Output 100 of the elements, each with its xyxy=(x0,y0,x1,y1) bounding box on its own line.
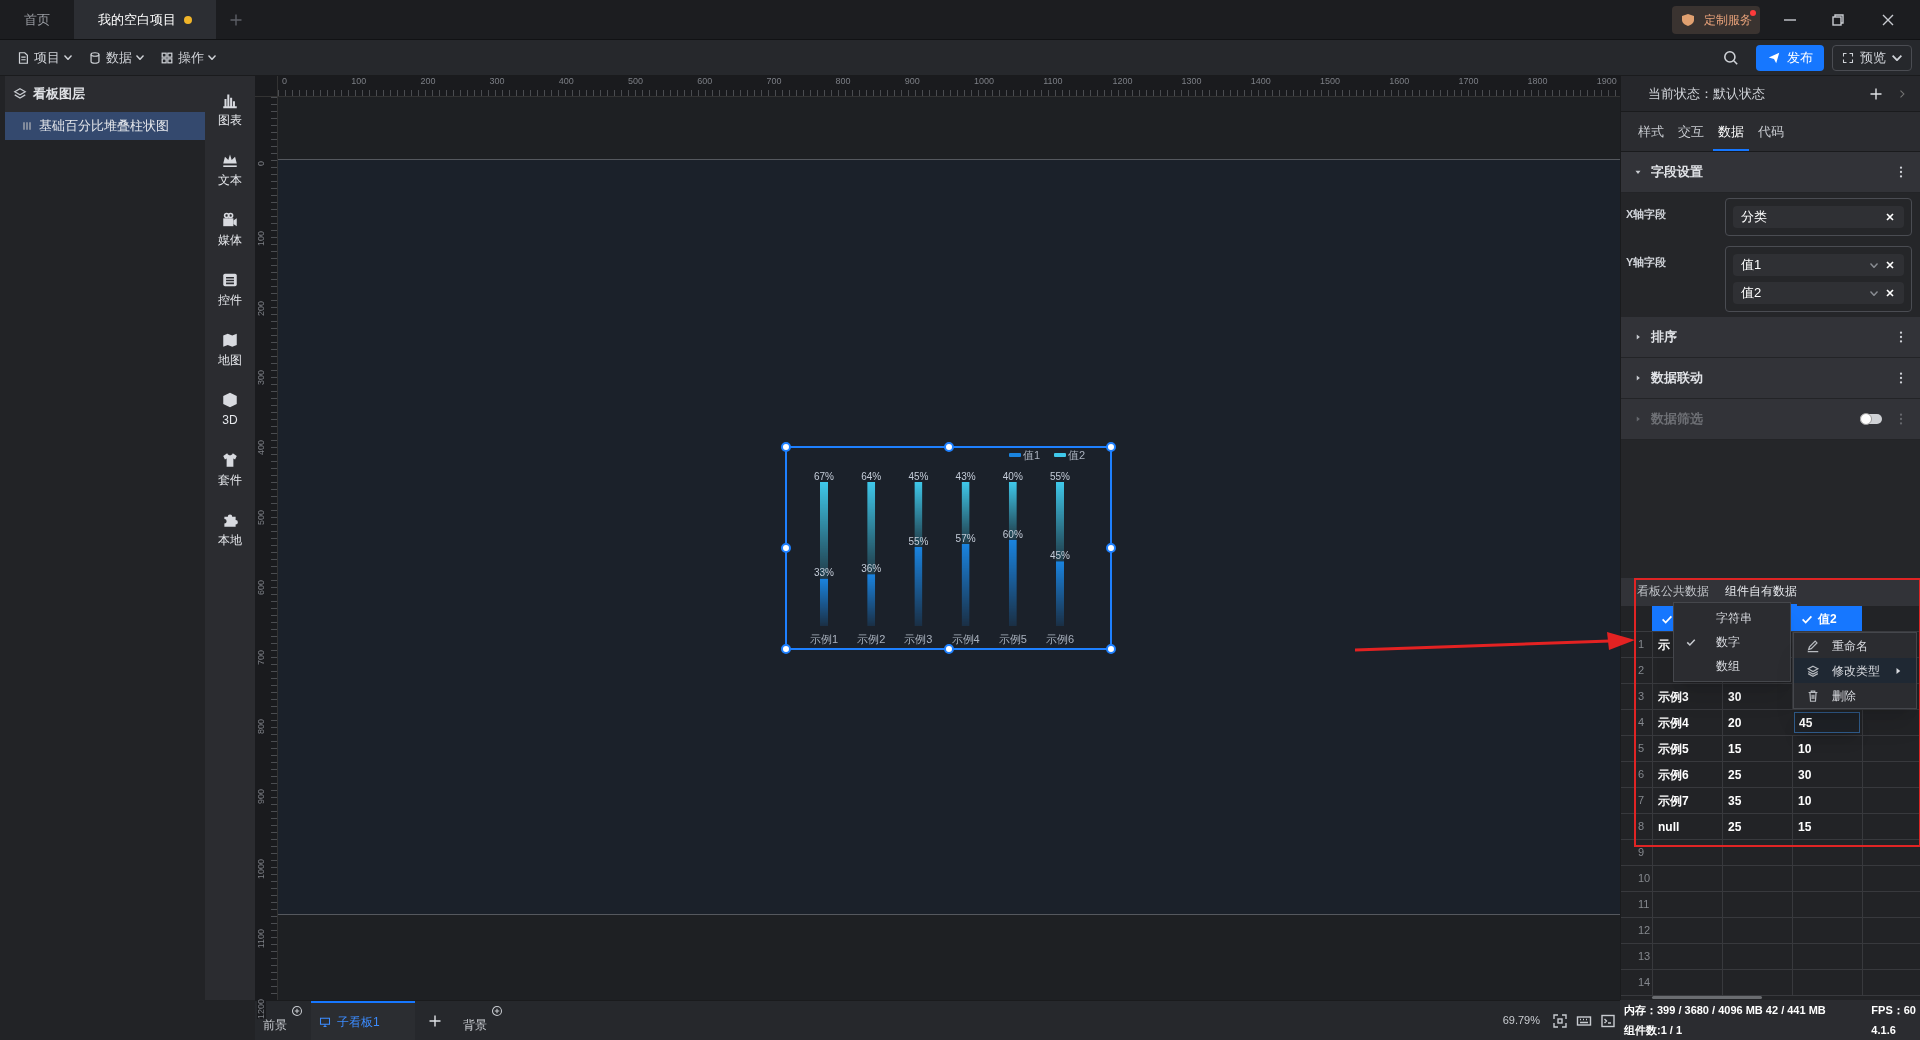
field-drop-zone[interactable]: 分类 xyxy=(1725,198,1912,236)
section-header[interactable]: 字段设置 xyxy=(1621,152,1920,193)
cell-editor[interactable]: 45 xyxy=(1794,712,1860,733)
line-number: 10 xyxy=(1637,871,1652,887)
table-cell: 10 xyxy=(1792,736,1862,761)
restore-button[interactable] xyxy=(1830,11,1846,28)
table-cell: 35 xyxy=(1722,788,1792,813)
ruler-label: 500 xyxy=(257,510,266,526)
resize-handle[interactable] xyxy=(1106,442,1116,452)
resize-handle[interactable] xyxy=(781,644,791,654)
value-label: 60% xyxy=(1002,528,1023,540)
service-button[interactable]: 定制服务 xyxy=(1672,5,1760,34)
tab[interactable]: 首页 xyxy=(0,0,74,39)
caret-icon xyxy=(64,55,72,60)
layer-tab[interactable]: 背景 xyxy=(455,1001,511,1040)
grid-icon xyxy=(160,50,174,65)
ruler-label: 1200 xyxy=(257,998,266,1019)
ruler-label: 1400 xyxy=(1249,77,1272,86)
menu-item[interactable]: 修改类型 xyxy=(1794,658,1916,683)
resize-handle[interactable] xyxy=(944,644,954,654)
resize-handle[interactable] xyxy=(781,543,791,553)
resize-handle[interactable] xyxy=(944,442,954,452)
category-label: 示例2 xyxy=(857,633,886,645)
table-cell: 示例5 xyxy=(1652,736,1722,761)
ruler-label: 1200 xyxy=(1111,77,1134,86)
line-number: 3 xyxy=(1637,689,1646,705)
database-icon xyxy=(88,50,102,65)
add-circle-icon xyxy=(291,1005,303,1017)
paper-plane-icon xyxy=(1767,50,1781,65)
layer-item[interactable]: 基础百分比堆叠柱状图 xyxy=(5,112,205,140)
field-tag[interactable]: 值1 xyxy=(1733,254,1904,276)
value-label: 43% xyxy=(955,471,976,482)
board-tab[interactable]: 子看板1 xyxy=(311,1001,415,1040)
resize-handle[interactable] xyxy=(781,442,791,452)
ruler-label: 1100 xyxy=(1042,77,1064,86)
field-tag[interactable]: 值2 xyxy=(1733,282,1904,304)
table-cell: 25 xyxy=(1722,814,1792,839)
section-title: 数据筛选 xyxy=(1651,410,1703,429)
menu-item[interactable]: 字符串 xyxy=(1674,606,1790,630)
ruler-label: 700 xyxy=(257,649,266,665)
menu-button[interactable]: 项目 xyxy=(8,43,80,72)
shirt-icon xyxy=(221,451,239,469)
menu-item[interactable]: 删除 xyxy=(1794,683,1916,708)
field-tag[interactable]: 分类 xyxy=(1733,206,1904,228)
field-drop-zone[interactable]: 值1 值2 xyxy=(1725,246,1912,312)
tab[interactable]: 样式 xyxy=(1633,112,1669,151)
component-category[interactable]: 媒体 xyxy=(207,200,253,260)
section-header[interactable]: 排序 xyxy=(1621,317,1920,358)
line-number: 6 xyxy=(1637,767,1646,783)
component-category[interactable]: 图表 xyxy=(207,80,253,140)
preview-button[interactable]: 预览 xyxy=(1832,44,1912,71)
ruler-label: 1000 xyxy=(257,859,266,880)
component-category[interactable]: 套件 xyxy=(207,440,253,500)
tab[interactable]: 代码 xyxy=(1753,112,1789,151)
tab[interactable]: 看板公共数据 xyxy=(1637,578,1709,606)
component-category[interactable]: 控件 xyxy=(207,260,253,320)
legend-swatch xyxy=(1054,453,1066,457)
component-category[interactable]: 文本 xyxy=(207,140,253,200)
menu-item[interactable]: 重命名 xyxy=(1794,633,1916,658)
map-icon xyxy=(221,331,239,349)
component-category[interactable]: 3D xyxy=(207,380,253,440)
section-header[interactable]: 数据联动 xyxy=(1621,358,1920,399)
resize-handle[interactable] xyxy=(1106,543,1116,553)
add-circle-icon xyxy=(491,1005,503,1017)
ruler-label: 200 xyxy=(257,300,266,316)
component-category[interactable]: 地图 xyxy=(207,320,253,380)
line-number: 9 xyxy=(1637,845,1646,861)
menu-item[interactable]: 数组 xyxy=(1674,654,1790,678)
value-label: 67% xyxy=(814,471,834,482)
value-label: 45% xyxy=(1050,550,1070,562)
ruler-label: 900 xyxy=(257,789,266,805)
line-number: 7 xyxy=(1637,793,1646,809)
component-category[interactable]: 本地 xyxy=(207,500,253,560)
column-header[interactable]: 值2 xyxy=(1792,606,1862,631)
menu-button[interactable]: 操作 xyxy=(152,43,224,72)
restore-icon xyxy=(1830,11,1846,28)
version-label: 4.1.6 xyxy=(1871,1022,1897,1038)
monitor-icon xyxy=(319,1015,331,1028)
minimize-icon xyxy=(1784,18,1796,21)
scrollbar-thumb[interactable] xyxy=(1652,996,1762,999)
cube-icon xyxy=(221,391,239,409)
terminal-icon xyxy=(1600,1012,1616,1029)
menu-button[interactable]: 数据 xyxy=(80,43,152,72)
ruler-label: 1900 xyxy=(1595,77,1618,86)
publish-button[interactable]: 发布 xyxy=(1756,44,1824,71)
tab[interactable]: 我的空白项目 xyxy=(74,0,216,39)
ruler-label: 1600 xyxy=(1388,77,1411,86)
ruler-label: 300 xyxy=(488,77,506,86)
table-cell: 示例3 xyxy=(1652,684,1722,709)
section-title: 字段设置 xyxy=(1651,163,1703,182)
ruler-label: 1700 xyxy=(1457,77,1480,86)
category-label: 示例5 xyxy=(998,633,1027,645)
state-label: 当前状态：默认状态 xyxy=(1648,84,1765,103)
table-cell: 示例7 xyxy=(1652,788,1722,813)
category-label: 示例6 xyxy=(1045,633,1075,645)
ruler-label: 1800 xyxy=(1526,77,1549,86)
tab[interactable]: 交互 xyxy=(1673,112,1709,151)
resize-handle[interactable] xyxy=(1106,644,1116,654)
table-cell: 25 xyxy=(1722,762,1792,787)
table-cell: 20 xyxy=(1722,710,1792,735)
